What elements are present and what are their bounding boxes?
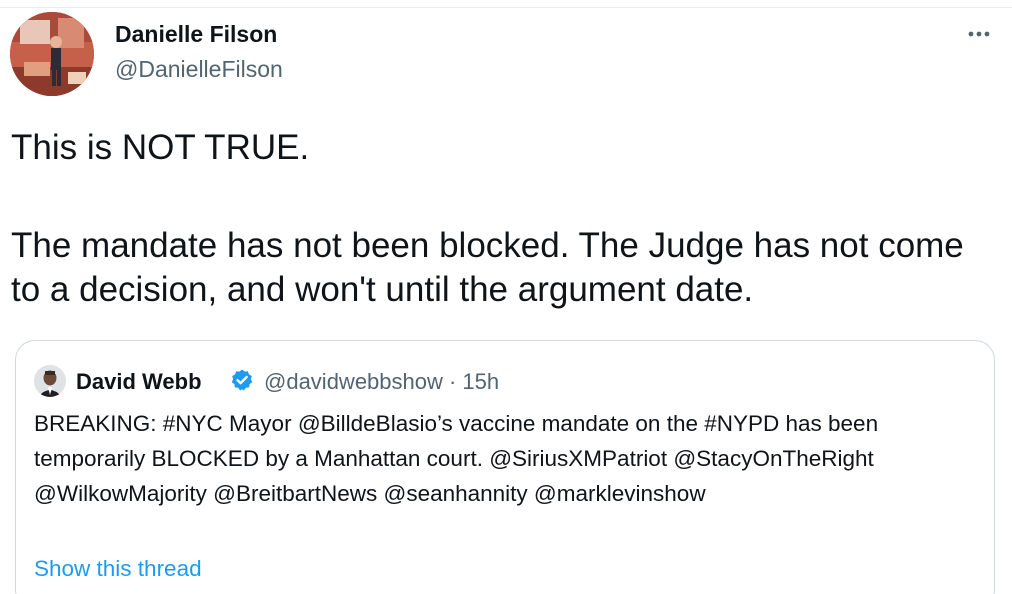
tweet-text-line: The mandate has not been blocked. The Ju… (11, 226, 964, 309)
tweet-text: This is NOT TRUE. The mandate has not be… (11, 126, 1001, 312)
quoted-author-avatar (34, 365, 66, 397)
top-divider (0, 0, 1012, 8)
author-avatar[interactable] (10, 12, 94, 96)
author-handle[interactable]: @DanielleFilson (115, 56, 283, 83)
quoted-author-handle-time: @davidwebbshow · 15h (264, 369, 500, 394)
quoted-tweet-text: BREAKING: #NYC Mayor @BilldeBlasio’s vac… (34, 411, 879, 506)
author-display-name[interactable]: Danielle Filson (115, 21, 277, 48)
verified-badge-icon (230, 368, 254, 392)
quoted-author-display-name: David Webb (76, 369, 202, 394)
show-thread-link[interactable]: Show this thread (34, 556, 202, 582)
tweet-text-line: This is NOT TRUE. (11, 128, 310, 167)
more-horizontal-icon[interactable] (962, 22, 996, 46)
